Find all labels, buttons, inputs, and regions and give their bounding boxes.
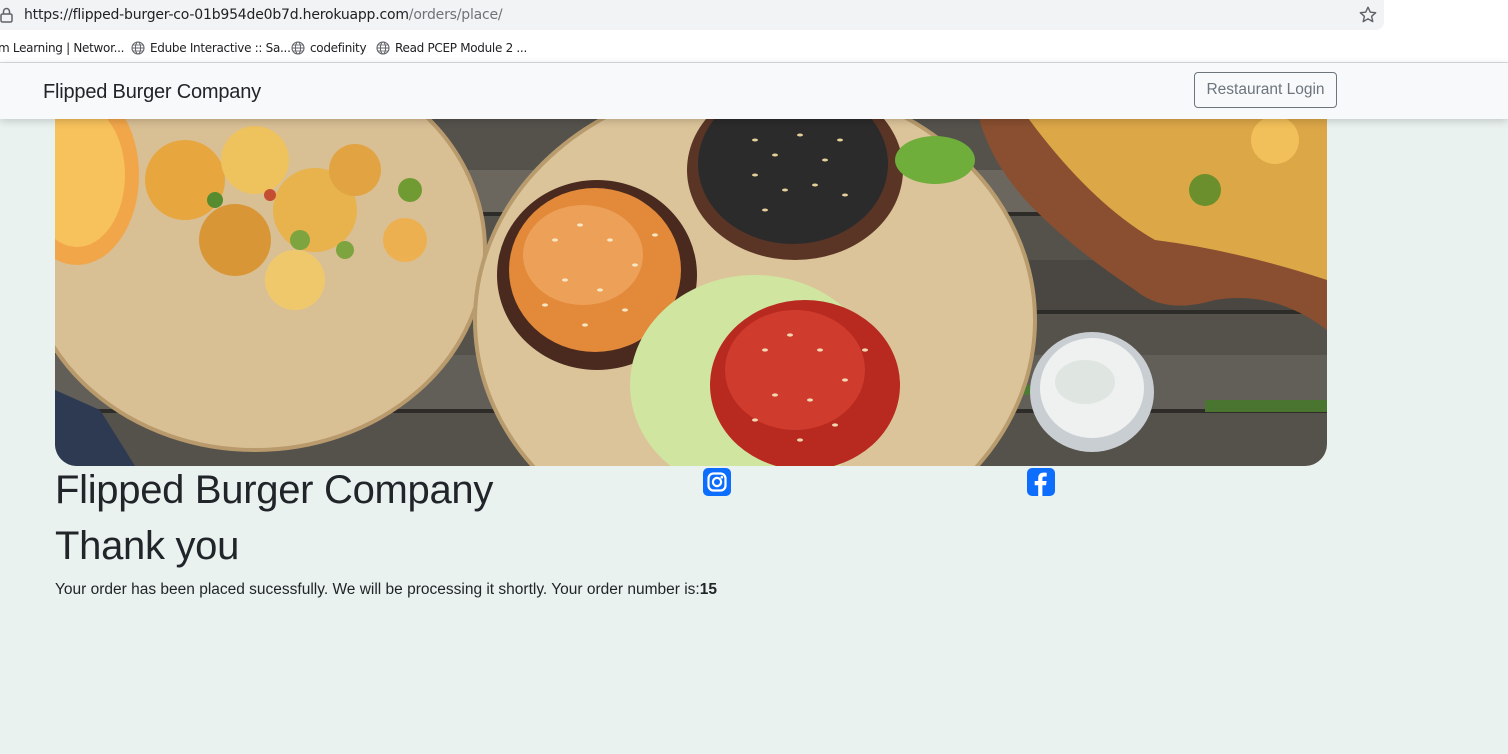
thank-you-heading: Thank you (55, 524, 240, 568)
bookmark-label: Read PCEP Module 2 ... (395, 41, 527, 55)
bookmark-label: Edube Interactive :: Sa... (150, 41, 291, 55)
instagram-link[interactable] (703, 468, 731, 496)
globe-icon (376, 41, 390, 55)
hero-banner-image (55, 100, 1327, 466)
bookmark-item[interactable]: Edube Interactive :: Sa... (131, 37, 291, 59)
bookmark-label: codefinity (310, 41, 367, 55)
restaurant-login-button[interactable]: Restaurant Login (1194, 72, 1337, 108)
order-number: 15 (699, 581, 717, 598)
url-text[interactable]: https://flipped-burger-co-01b954de0b7d.h… (24, 6, 503, 24)
bookmark-item[interactable]: Read PCEP Module 2 ... (376, 37, 527, 59)
url-host: flipped-burger-co-01b954de0b7d.herokuapp… (72, 7, 409, 23)
bookmark-star-icon[interactable] (1358, 5, 1378, 25)
site-navbar: Flipped Burger Company Restaurant Login (0, 63, 1508, 119)
browser-chrome: https://flipped-burger-co-01b954de0b7d.h… (0, 0, 1508, 63)
instagram-icon (707, 472, 727, 492)
bookmarks-bar: m Learning | Networ... Edube Interactive… (0, 37, 1508, 59)
bookmark-item[interactable]: m Learning | Networ... (0, 37, 124, 59)
facebook-link[interactable] (1027, 468, 1055, 496)
bookmark-label: m Learning | Networ... (0, 41, 125, 55)
navbar-brand[interactable]: Flipped Burger Company (43, 81, 261, 104)
globe-icon (291, 41, 305, 55)
url-scheme: https:// (24, 7, 73, 23)
bookmark-item[interactable]: codefinity (291, 37, 367, 59)
address-bar[interactable]: https://flipped-burger-co-01b954de0b7d.h… (0, 0, 1384, 30)
url-path: /orders/place/ (408, 7, 503, 23)
confirmation-text: Your order has been placed sucessfully. … (55, 581, 700, 598)
facebook-icon (1034, 472, 1047, 496)
globe-icon (131, 41, 145, 55)
lock-icon[interactable] (0, 7, 14, 23)
order-confirmation-message: Your order has been placed sucessfully. … (55, 581, 717, 599)
site-title: Flipped Burger Company (55, 468, 494, 512)
